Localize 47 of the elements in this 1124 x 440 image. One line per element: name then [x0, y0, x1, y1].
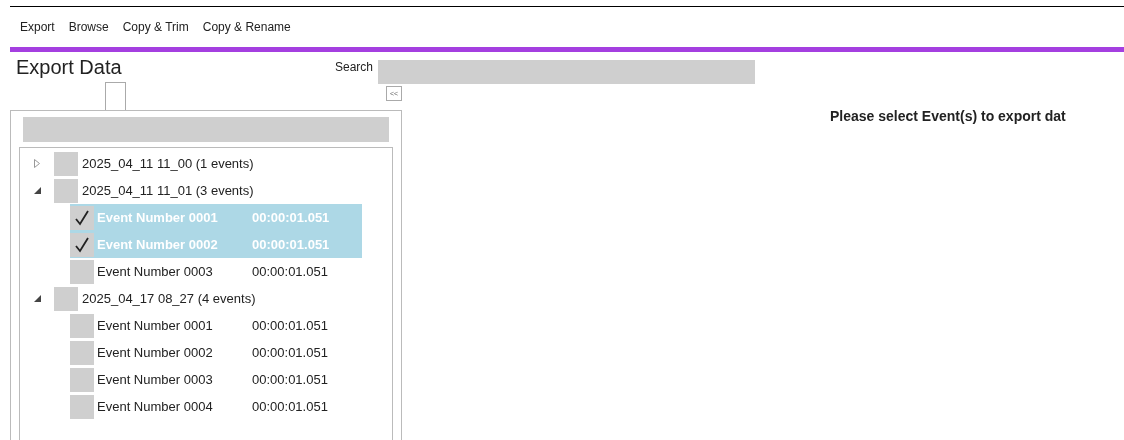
checkbox[interactable]	[70, 340, 94, 365]
event-row[interactable]: Event Number 0003 00:00:01.051	[70, 258, 362, 285]
checkbox[interactable]	[70, 313, 94, 338]
tab[interactable]	[105, 82, 126, 110]
event-name: Event Number 0003	[97, 370, 214, 389]
event-time: 00:00:01.051	[252, 235, 330, 254]
page-title: Export Data	[15, 55, 123, 80]
checkbox[interactable]	[70, 205, 94, 230]
group-label[interactable]: 2025_04_11 11_01 (3 events)	[82, 180, 254, 201]
checkbox[interactable]	[70, 259, 94, 284]
event-time: 00:00:01.051	[252, 397, 328, 416]
checkbox[interactable]	[70, 232, 94, 257]
group-label[interactable]: 2025_04_17 08_27 (4 events)	[82, 288, 256, 309]
event-time: 00:00:01.051	[252, 343, 328, 362]
menu-item[interactable]: Export	[20, 18, 55, 36]
event-name: Event Number 0001	[97, 208, 219, 227]
event-name: Event Number 0004	[97, 397, 214, 416]
menu-item[interactable]: Copy & Trim	[122, 18, 189, 36]
check-icon	[74, 209, 90, 226]
expanded-arrow-icon[interactable]	[33, 295, 41, 302]
event-row[interactable]: Event Number 0002 00:00:01.051	[70, 339, 362, 366]
message: Please select Event(s) to export dat	[830, 108, 1066, 124]
event-row[interactable]: Event Number 0003 00:00:01.051	[70, 366, 362, 393]
menu-item[interactable]: Browse	[68, 18, 109, 36]
menu-item[interactable]: Copy & Rename	[202, 18, 291, 36]
event-name: Event Number 0001	[97, 316, 214, 335]
event-name: Event Number 0002	[97, 235, 219, 254]
group-label[interactable]: 2025_04_11 11_00 (1 events)	[82, 153, 254, 174]
checkbox[interactable]	[54, 286, 78, 311]
expanded-arrow-icon[interactable]	[33, 187, 41, 194]
event-row[interactable]: Event Number 0004 00:00:01.051	[70, 393, 362, 420]
checkbox[interactable]	[54, 178, 78, 203]
checkbox[interactable]	[70, 394, 94, 419]
checkbox[interactable]	[70, 367, 94, 392]
check-icon	[74, 236, 90, 253]
checkbox[interactable]	[54, 151, 78, 176]
collapsed-arrow-icon[interactable]	[34, 159, 40, 168]
event-name: Event Number 0002	[97, 343, 214, 362]
event-time: 00:00:01.051	[252, 370, 328, 389]
event-name: Event Number 0003	[97, 262, 214, 281]
filter-bar[interactable]	[23, 117, 389, 142]
search-label: Search	[335, 59, 374, 76]
event-time: 00:00:01.051	[252, 208, 330, 227]
event-time: 00:00:01.051	[252, 316, 328, 335]
event-time: 00:00:01.051	[252, 262, 328, 281]
search-field[interactable]	[378, 60, 755, 84]
event-row[interactable]: Event Number 0001 00:00:01.051	[70, 312, 362, 339]
